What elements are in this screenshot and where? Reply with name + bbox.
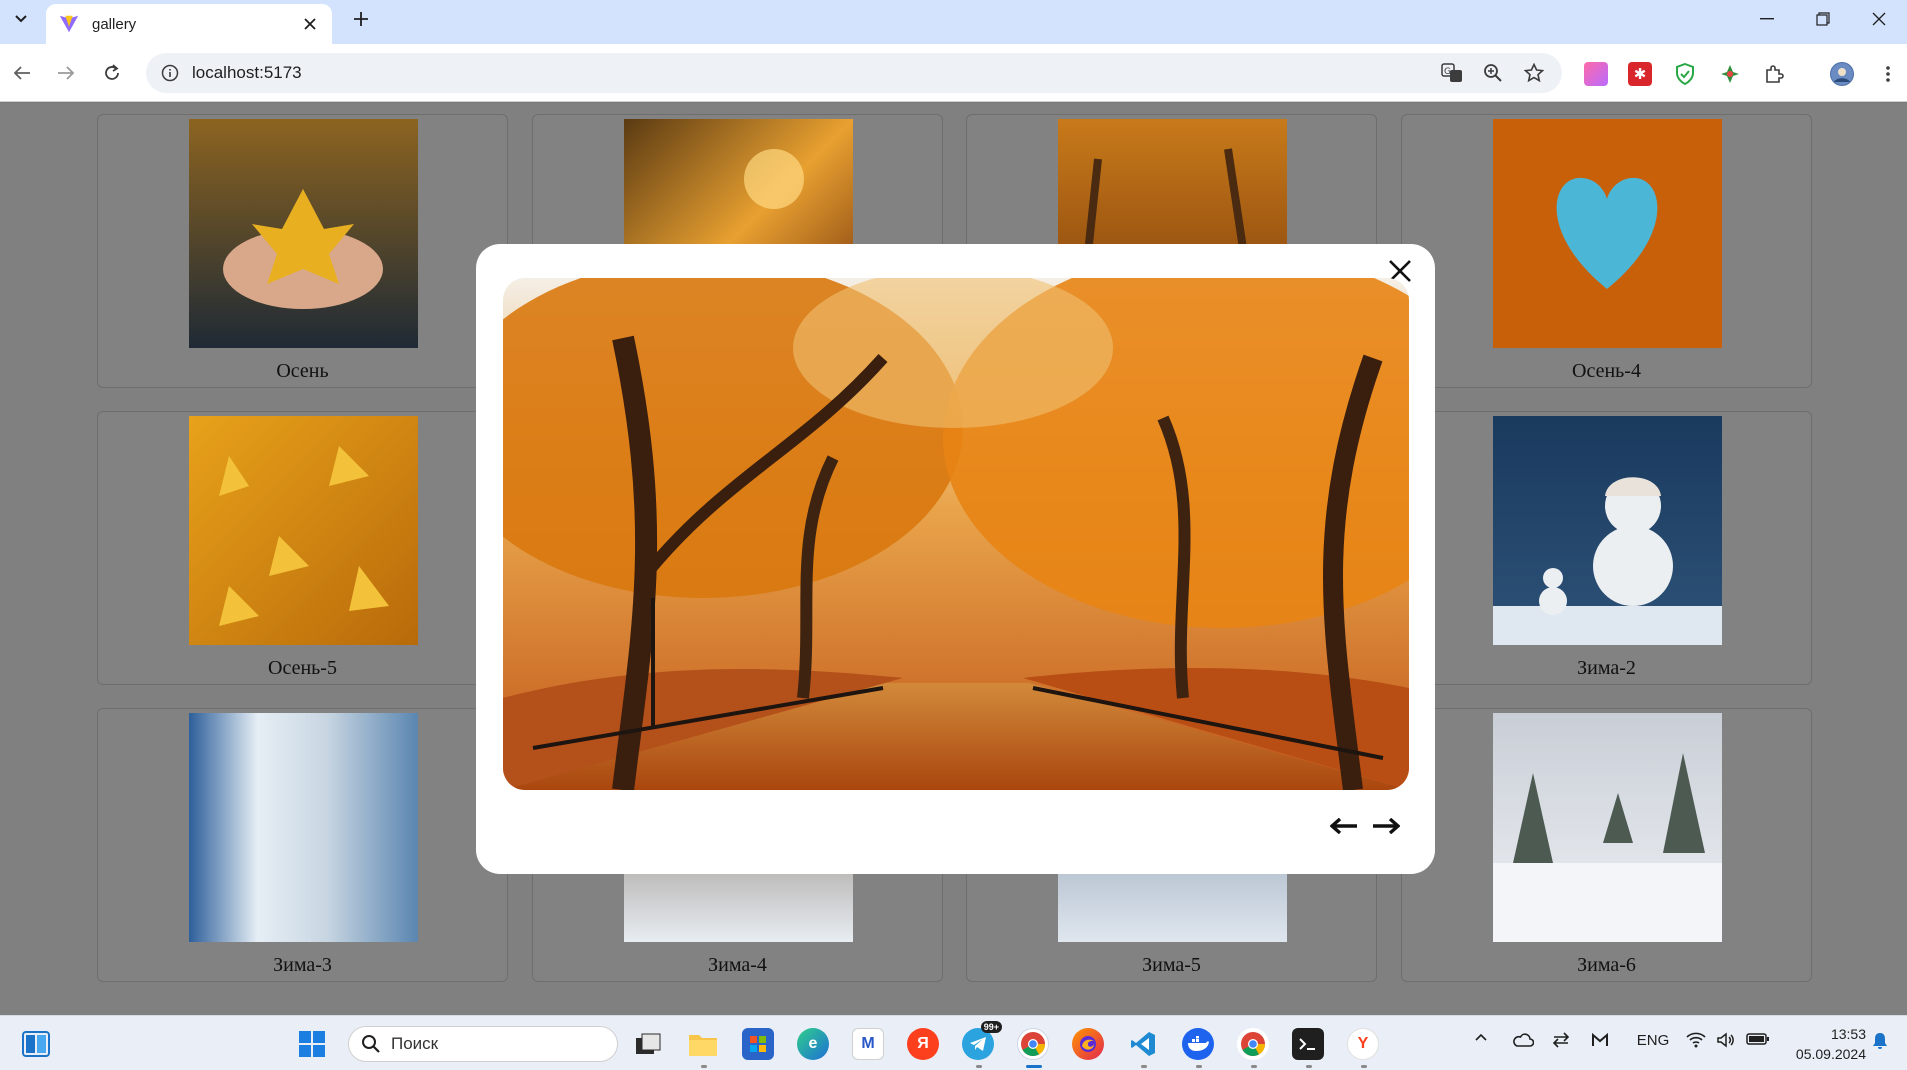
prev-image-button[interactable]	[1326, 812, 1362, 840]
profile-avatar[interactable]	[1830, 62, 1854, 86]
restore-button[interactable]	[1795, 0, 1851, 38]
mail-app-icon[interactable]: M	[852, 1028, 884, 1060]
restore-icon	[1816, 12, 1830, 26]
arrow-right-icon	[1373, 818, 1400, 834]
battery-icon[interactable]	[1746, 1032, 1770, 1046]
close-icon	[1872, 12, 1886, 26]
close-tab-icon[interactable]	[300, 14, 320, 34]
taskbar-search[interactable]: Поиск	[348, 1026, 618, 1062]
running-indicator	[1251, 1065, 1257, 1068]
telegram-badge: 99+	[980, 1021, 1002, 1033]
running-indicator	[1306, 1065, 1312, 1068]
running-indicator	[976, 1065, 982, 1068]
chrome-icon[interactable]	[1017, 1028, 1049, 1060]
modal-image	[503, 278, 1409, 790]
widgets-icon[interactable]	[20, 1028, 52, 1060]
minimize-button[interactable]	[1739, 0, 1795, 38]
reload-icon	[105, 64, 119, 80]
plus-icon	[354, 12, 368, 26]
translate-icon[interactable]: G	[1440, 61, 1464, 85]
site-info-icon[interactable]	[158, 61, 182, 85]
minimize-icon	[1760, 18, 1774, 20]
onedrive-icon[interactable]	[1512, 1032, 1534, 1048]
url-text: localhost:5173	[192, 63, 302, 82]
image-modal	[476, 244, 1435, 874]
forward-button[interactable]	[52, 59, 80, 87]
svg-text:G: G	[1444, 67, 1451, 77]
yandex-icon[interactable]: Я	[907, 1028, 939, 1060]
running-indicator	[1141, 1065, 1147, 1068]
browser-tab-gallery[interactable]: gallery	[46, 4, 332, 44]
file-explorer-icon[interactable]	[687, 1028, 719, 1060]
clock-time: 13:53	[1830, 1026, 1866, 1042]
tab-search-button[interactable]	[8, 6, 34, 32]
address-bar[interactable]: localhost:5173 G	[146, 53, 1562, 93]
start-menu-icon[interactable]	[296, 1028, 328, 1060]
taskbar: Поиск e M Я 99+ Y ENG 13:53 05.09.2024	[0, 1015, 1907, 1070]
arrow-left-icon	[1330, 818, 1357, 834]
extension-icon-3[interactable]	[1718, 62, 1742, 86]
arrow-left-icon	[13, 66, 30, 80]
zoom-icon[interactable]	[1481, 61, 1505, 85]
wifi-icon[interactable]	[1686, 1032, 1706, 1048]
terminal-icon[interactable]	[1292, 1028, 1324, 1060]
sync-icon[interactable]	[1552, 1032, 1570, 1048]
extension-icon-2[interactable]: ✱	[1628, 62, 1652, 86]
gallery-page: Осень Осень-4 Осень-5 Зима-2 Зима-3 Зима…	[0, 103, 1907, 1015]
vscode-icon[interactable]	[1127, 1028, 1159, 1060]
window-controls	[1739, 0, 1907, 38]
back-button[interactable]	[8, 59, 36, 87]
browser-toolbar: localhost:5173 G ✱	[0, 44, 1907, 102]
arrow-right-icon	[58, 66, 75, 80]
active-indicator	[1026, 1065, 1042, 1068]
running-indicator	[1361, 1065, 1367, 1068]
new-tab-button[interactable]	[348, 6, 374, 32]
bookmark-star-icon[interactable]	[1522, 61, 1546, 85]
task-view-icon[interactable]	[632, 1028, 664, 1060]
search-icon	[362, 1035, 380, 1053]
next-image-button[interactable]	[1368, 812, 1404, 840]
vite-favicon-icon	[59, 15, 79, 33]
running-indicator	[1196, 1065, 1202, 1068]
telegram-icon[interactable]: 99+	[962, 1021, 1002, 1060]
clock-date: 05.09.2024	[1795, 1046, 1866, 1062]
tab-title: gallery	[92, 15, 137, 33]
extension-icon-1[interactable]	[1584, 62, 1608, 86]
shield-extension-icon[interactable]	[1673, 62, 1697, 86]
search-label: Поиск	[391, 1034, 439, 1053]
edge-icon[interactable]: e	[797, 1028, 829, 1060]
tray-overflow-chevron-icon[interactable]	[1474, 1032, 1488, 1042]
tab-strip: gallery	[0, 0, 1907, 44]
clock[interactable]: 13:53 05.09.2024	[1786, 1024, 1866, 1064]
notifications-bell-icon[interactable]	[1872, 1032, 1888, 1050]
close-window-button[interactable]	[1851, 0, 1907, 38]
language-indicator[interactable]: ENG	[1637, 1032, 1670, 1049]
chrome-icon[interactable]	[1237, 1028, 1269, 1060]
reload-button[interactable]	[98, 59, 126, 87]
running-indicator	[701, 1065, 707, 1068]
ms-store-icon[interactable]	[742, 1028, 774, 1060]
chevron-down-icon	[15, 15, 27, 23]
yandex-browser-icon[interactable]: Y	[1347, 1028, 1379, 1060]
more-menu-icon[interactable]	[1876, 62, 1900, 86]
docker-icon[interactable]	[1182, 1028, 1214, 1060]
firefox-icon[interactable]	[1072, 1028, 1104, 1060]
volume-icon[interactable]	[1716, 1032, 1736, 1048]
extensions-puzzle-icon[interactable]	[1762, 62, 1786, 86]
mail-tray-icon[interactable]	[1591, 1032, 1609, 1048]
